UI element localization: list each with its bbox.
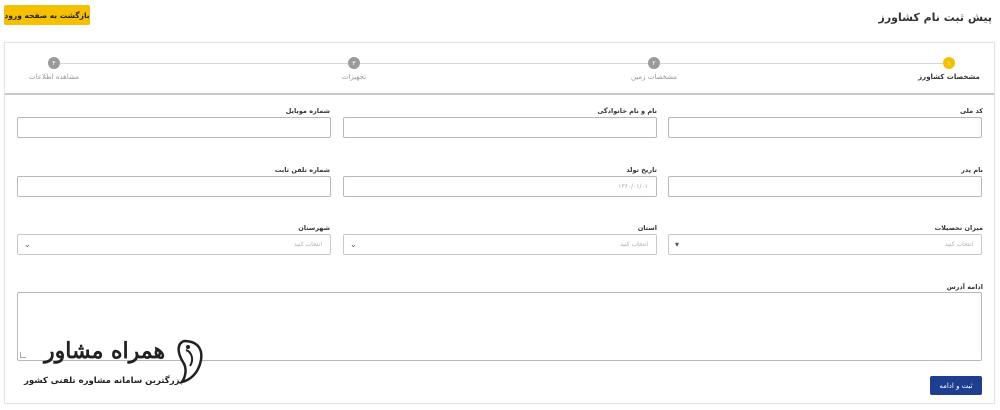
education-label: میزان تحصیلات — [934, 224, 983, 232]
city-select[interactable]: انتخاب کنید ⌄ — [17, 234, 331, 255]
submit-continue-button[interactable]: ثبت و ادامه — [930, 376, 982, 395]
step-connector — [60, 63, 350, 64]
stepper: ۱ مشخصات کشاورز ۲ مشخصات زمین ۳ تجهیزات … — [5, 43, 994, 95]
address-label: ادامه آدرس — [946, 283, 983, 291]
father-name-input[interactable] — [668, 176, 982, 197]
step-connector — [360, 63, 648, 64]
education-select[interactable]: انتخاب کنید ▾ — [668, 234, 982, 255]
step-3-label[interactable]: تجهیزات — [342, 73, 366, 81]
father-name-label: نام پدر — [961, 166, 983, 174]
watermark-logo: همراه مشاور بزرگترین سامانه مشاوره تلفنی… — [24, 336, 204, 396]
watermark-subtitle: بزرگترین سامانه مشاوره تلفنی کشور — [24, 376, 184, 386]
step-2-indicator[interactable]: ۲ — [648, 57, 660, 69]
watermark-title: همراه مشاور — [44, 338, 166, 364]
page-title: پیش ثبت نام کشاورز — [878, 11, 992, 24]
top-bar: پیش ثبت نام کشاورز بازگشت به صفحه ورود — [0, 0, 1000, 34]
back-to-login-button[interactable]: بازگشت به صفحه ورود — [4, 5, 90, 25]
full-name-label: نام و نام خانوادگی — [597, 107, 657, 115]
province-label: استان — [637, 224, 657, 232]
mobile-input[interactable] — [17, 117, 331, 138]
mobile-label: شماره موبایل — [285, 107, 330, 115]
step-1-indicator[interactable]: ۱ — [943, 57, 955, 69]
step-connector — [658, 63, 943, 64]
step-4-indicator[interactable]: ۴ — [48, 57, 60, 69]
city-placeholder: انتخاب کنید — [293, 241, 322, 248]
province-placeholder: انتخاب کنید — [619, 241, 648, 248]
chevron-down-icon: ⌄ — [24, 240, 31, 249]
step-4-label[interactable]: مشاهده اطلاعات — [29, 73, 79, 81]
education-placeholder: انتخاب کنید — [944, 241, 973, 248]
birth-date-label: تاریخ تولد — [626, 166, 657, 174]
chevron-down-icon: ⌄ — [350, 240, 357, 249]
landline-label: شماره تلفن ثابت — [274, 166, 330, 174]
caret-down-icon: ▾ — [675, 240, 680, 249]
full-name-input[interactable] — [343, 117, 657, 138]
step-1-label[interactable]: مشخصات کشاورز — [918, 73, 980, 81]
national-code-label: کد ملی — [959, 107, 983, 115]
landline-input[interactable] — [17, 176, 331, 197]
step-3-indicator[interactable]: ۳ — [348, 57, 360, 69]
city-label: شهرستان — [298, 224, 330, 232]
step-2-label[interactable]: مشخصات زمین — [631, 73, 677, 81]
birth-date-input[interactable] — [343, 176, 657, 197]
province-select[interactable]: انتخاب کنید ⌄ — [343, 234, 657, 255]
national-code-input[interactable] — [668, 117, 982, 138]
